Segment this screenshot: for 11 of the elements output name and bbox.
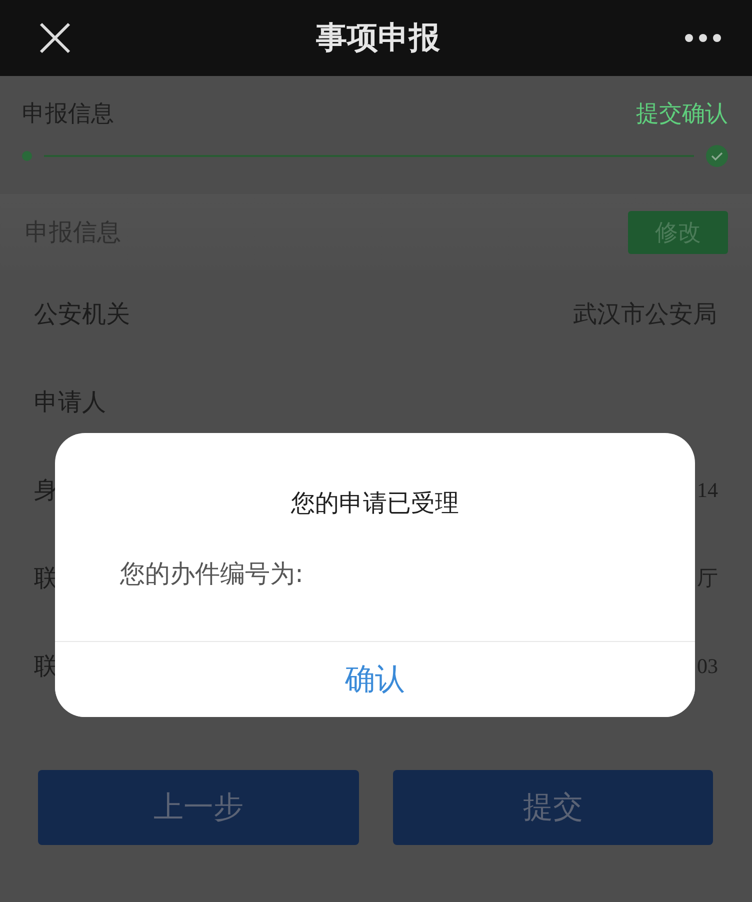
page-title: 事项申报: [316, 19, 440, 58]
dialog-message: 您的办件编号为:: [120, 558, 304, 590]
more-icon: [684, 33, 722, 43]
submit-button[interactable]: 提交: [392, 770, 713, 845]
step-label: 提交确认: [636, 100, 728, 129]
dialog-title: 您的申请已受理: [290, 488, 460, 519]
close-icon: [38, 21, 72, 55]
more-button[interactable]: [684, 33, 722, 43]
back-button[interactable]: 上一步: [38, 770, 358, 845]
confirm-button[interactable]: 确认: [55, 641, 695, 717]
close-button[interactable]: [38, 21, 72, 55]
